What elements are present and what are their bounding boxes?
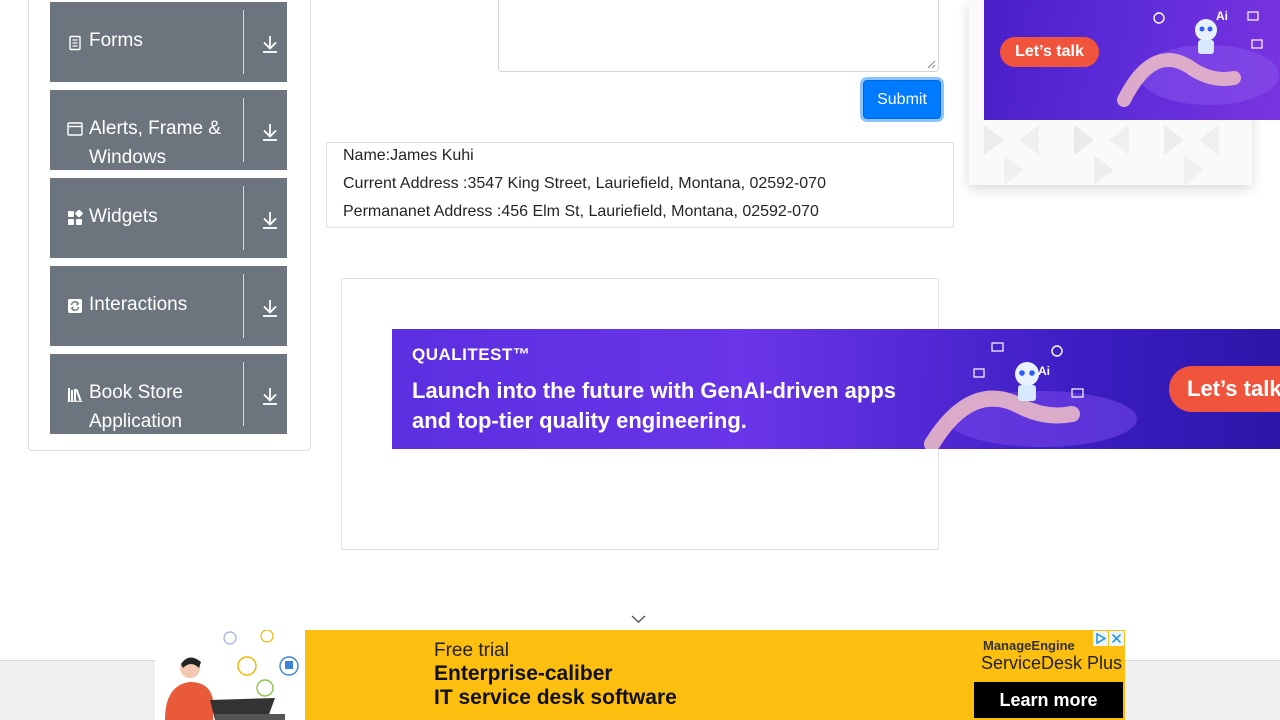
ad-line-subheadline: IT service desk software bbox=[434, 686, 677, 709]
form-icon bbox=[69, 35, 81, 51]
submit-button[interactable]: Submit bbox=[863, 80, 941, 119]
banner-lets-talk-button[interactable]: Let’s talk bbox=[1169, 366, 1280, 412]
permanent-address-textarea[interactable] bbox=[498, 0, 939, 72]
ad-line-headline: Enterprise-caliber bbox=[434, 662, 613, 685]
bottom-ad-servicedesk[interactable]: Free trial Enterprise-caliber IT service… bbox=[155, 630, 1125, 720]
ai-badge: Ai bbox=[1038, 364, 1050, 378]
ai-badge: Ai bbox=[1216, 9, 1228, 23]
group-divider bbox=[243, 98, 244, 162]
interactions-icon bbox=[68, 299, 82, 313]
sidebar-group-label: Interactions bbox=[89, 294, 188, 315]
sidebar-group-widgets[interactable]: Widgets bbox=[50, 178, 287, 258]
books-icon bbox=[67, 388, 83, 402]
right-top-ad[interactable]: Ai Let’s talk bbox=[984, 0, 1280, 120]
download-arrow-icon[interactable] bbox=[261, 298, 279, 318]
sidebar-group-label: Book Store Application bbox=[89, 382, 183, 432]
sidebar-group-label: Widgets bbox=[89, 206, 158, 227]
download-arrow-icon[interactable] bbox=[261, 210, 279, 230]
ad-brand-servicedesk: ServiceDesk Plus bbox=[981, 653, 1123, 673]
group-divider bbox=[243, 274, 244, 338]
output-current-address: Current Address :3547 King Street, Lauri… bbox=[343, 175, 826, 192]
chevron-down-icon[interactable] bbox=[631, 614, 646, 624]
download-arrow-icon[interactable] bbox=[261, 122, 279, 142]
learn-more-button[interactable]: Learn more bbox=[974, 682, 1123, 718]
banner-headline: Launch into the future with GenAI-driven… bbox=[412, 378, 897, 433]
group-divider bbox=[243, 10, 244, 74]
qualitest-banner-ad[interactable]: QUALITEST™ Launch into the future with G… bbox=[392, 329, 1280, 449]
ai-robot-hand-icon bbox=[1117, 11, 1279, 107]
person-laptop-illustration bbox=[155, 630, 305, 720]
page: Forms Alerts, Frame & Windows Widgets In… bbox=[0, 0, 1280, 720]
window-icon bbox=[67, 122, 83, 136]
group-divider bbox=[243, 362, 244, 426]
ad-brand-manageengine: ManageEngine bbox=[983, 638, 1075, 653]
download-arrow-icon[interactable] bbox=[261, 34, 279, 54]
output-name: Name:James Kuhi bbox=[343, 147, 474, 164]
group-divider bbox=[243, 186, 244, 250]
ad-choices-icon[interactable] bbox=[1093, 631, 1108, 646]
sidebar-group-book-store-application[interactable]: Book Store Application bbox=[50, 354, 287, 434]
resize-grip-icon[interactable] bbox=[927, 60, 936, 69]
download-arrow-icon[interactable] bbox=[261, 386, 279, 406]
sidebar-group-alerts-frame-windows[interactable]: Alerts, Frame & Windows bbox=[50, 90, 287, 170]
sidebar-group-forms[interactable]: Forms bbox=[50, 2, 287, 82]
output-permanent-address: Permananet Address :456 Elm St, Lauriefi… bbox=[343, 203, 819, 220]
lets-talk-button[interactable]: Let’s talk bbox=[1000, 37, 1099, 67]
widgets-icon bbox=[68, 210, 83, 225]
ai-robot-hand-icon bbox=[924, 342, 1137, 449]
triangle-pattern bbox=[984, 125, 1219, 185]
sidebar-group-label: Forms bbox=[89, 30, 143, 51]
banner-brand: QUALITEST™ bbox=[412, 345, 531, 364]
ad-line-free-trial: Free trial bbox=[434, 640, 509, 661]
output-panel: Name:James Kuhi Current Address :3547 Ki… bbox=[326, 142, 954, 228]
sidebar-group-interactions[interactable]: Interactions bbox=[50, 266, 287, 346]
sidebar-group-label: Alerts, Frame & Windows bbox=[89, 118, 221, 168]
close-icon[interactable] bbox=[1109, 631, 1124, 646]
